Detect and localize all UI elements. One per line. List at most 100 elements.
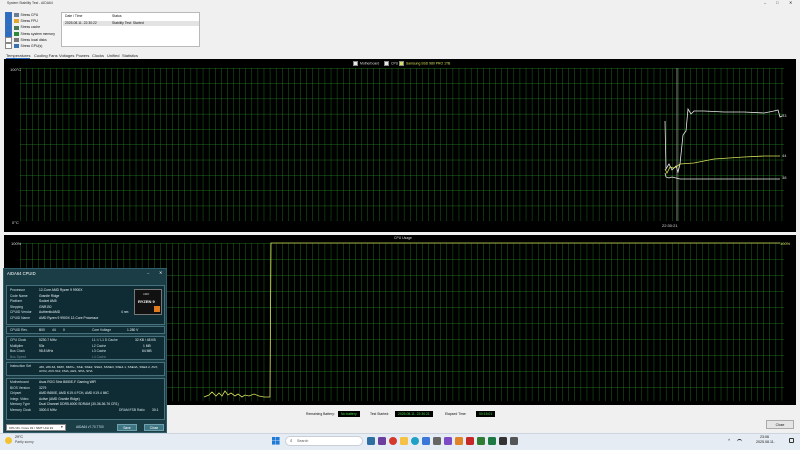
settings-app-icon[interactable] xyxy=(433,437,441,445)
photos-app-icon[interactable] xyxy=(444,437,452,445)
bus-clock-value: 98.8 MHz xyxy=(39,349,54,353)
log-header-datetime[interactable]: Date / Time xyxy=(65,14,82,18)
maximize-button[interactable]: □ xyxy=(776,1,778,5)
cpu-temp-value: 93 xyxy=(782,113,787,118)
tab-voltages[interactable]: Voltages xyxy=(59,53,74,58)
motherboard-value: Asus ROG Strix B650E-F Gaming WiFi xyxy=(39,380,97,384)
cpu-temperature-line xyxy=(664,107,783,174)
store-icon[interactable] xyxy=(422,437,430,445)
edge-icon[interactable] xyxy=(411,437,419,445)
codename-value: Granite Ridge xyxy=(39,293,60,298)
clock-date[interactable]: 2025.08.11. xyxy=(756,440,775,445)
l1-cache-value: 32 KB / 48 KB xyxy=(135,338,156,342)
excel-icon[interactable] xyxy=(488,437,496,445)
cache-icon xyxy=(13,25,19,30)
tab-unified[interactable]: Unified xyxy=(107,53,119,58)
chrome-icon[interactable] xyxy=(389,437,397,445)
process-node-value: 4 nm xyxy=(121,310,129,314)
battery-value: No battery xyxy=(338,411,360,418)
gallery-icon[interactable] xyxy=(367,437,375,445)
system-info-section: Motherboard Asus ROG Strix B650E-F Gamin… xyxy=(6,378,165,420)
bus-clock-label: Bus Clock xyxy=(10,349,25,353)
cpuid-minimize-button[interactable]: – xyxy=(147,271,149,275)
media-app-icon[interactable] xyxy=(455,437,463,445)
windows-start-icon[interactable] xyxy=(272,437,280,445)
chipset-value: AMD B650E, AMD K19.4 FCH, AMD K19.4 IMC xyxy=(39,391,109,395)
rev-value-3: 0 xyxy=(63,328,65,332)
calculator-icon[interactable] xyxy=(510,437,518,445)
status-log-table[interactable]: Date / Time Status 2025.08.11. 22:30:22 … xyxy=(61,12,200,47)
log-status: Stability Test: Started xyxy=(112,20,144,25)
stress-memory-option[interactable]: Stress system memory xyxy=(5,30,59,38)
task-view-icon[interactable] xyxy=(378,437,386,445)
terminal-icon[interactable] xyxy=(499,437,507,445)
fpu-icon xyxy=(13,19,19,24)
bios-value: 3279 xyxy=(39,385,47,390)
cpuid-close-button[interactable]: ✕ xyxy=(159,271,162,275)
clock-cache-section: CPU Clock 5230.7 MHz Multiplier 53x Bus … xyxy=(6,336,165,360)
network-icon[interactable] xyxy=(737,439,742,443)
log-header-status[interactable]: Status xyxy=(112,14,122,18)
weather-icon[interactable] xyxy=(5,437,12,444)
tab-statistics[interactable]: Statistics xyxy=(122,53,138,58)
l2-cache-value: 1 MB xyxy=(143,343,151,348)
rev-label: CPUID Rev. xyxy=(10,328,28,332)
core-voltage-value: 1.280 V xyxy=(127,328,139,332)
cpu-info-section: Processor 12-Core AMD Ryzen 9 9900X Code… xyxy=(6,285,165,325)
instruction-set-label: Instruction Set xyxy=(10,364,32,368)
memory-type-label: Memory Type xyxy=(10,402,30,406)
processor-value: 12-Core AMD Ryzen 9 9900X xyxy=(39,288,83,292)
battery-label: Remaining Battery: xyxy=(306,412,335,416)
file-explorer-icon[interactable] xyxy=(400,437,408,445)
checkbox-unchecked-icon[interactable] xyxy=(5,42,12,50)
search-placeholder: Search xyxy=(297,439,309,443)
cpuid-save-button[interactable]: Save xyxy=(117,424,137,431)
elapsed-time-label: Elapsed Time: xyxy=(445,412,467,416)
core-select-dropdown[interactable]: CPU #1 / Core #1 / SMT Unit #1 ▾ xyxy=(6,424,66,431)
tab-powers[interactable]: Powers xyxy=(76,53,89,58)
l3-cache-value: 64 MB xyxy=(142,349,152,353)
search-icon: ⌕ xyxy=(290,438,293,443)
minimize-button[interactable]: – xyxy=(764,1,766,5)
bios-label: BIOS Version xyxy=(10,385,30,390)
cpuid-window[interactable]: AIDA64 CPUID – ✕ Processor 12-Core AMD R… xyxy=(3,268,167,433)
chevron-down-icon: ▾ xyxy=(61,425,63,429)
aida64-icon[interactable] xyxy=(466,437,474,445)
cpuid-close-text-button[interactable]: Close xyxy=(144,424,164,431)
temperature-lines xyxy=(664,68,783,221)
stress-options: Stress CPU Stress FPU Stress cache Stres… xyxy=(5,12,59,50)
aida64-cpuid-icon[interactable] xyxy=(477,437,485,445)
l4-cache-label: L4 Cache xyxy=(92,354,107,359)
notification-icon[interactable] xyxy=(789,438,794,443)
tray-chevron-icon[interactable]: ˄ xyxy=(728,438,730,442)
l2-cache-label: L2 Cache xyxy=(92,343,107,348)
stepping-label: Stepping xyxy=(10,304,24,309)
cpu-clock-value: 5230.7 MHz xyxy=(39,338,57,342)
multiplier-label: Multiplier xyxy=(10,343,24,348)
weather-desc[interactable]: Partly sunny xyxy=(15,440,34,444)
main-close-button[interactable]: Close xyxy=(766,420,794,429)
taskbar-search[interactable]: ⌕ Search xyxy=(285,436,363,446)
instruction-set-value: x86, x86-64, MMX, MMX+, SSE, SSE2, SSE3,… xyxy=(39,365,159,374)
tab-cooling-fans[interactable]: Cooling Fans xyxy=(34,53,58,58)
codename-label: Code Name xyxy=(10,293,28,298)
memory-clock-value: 3000.0 MHz xyxy=(39,407,57,412)
multiplier-value: 53x xyxy=(39,343,45,348)
l3-cache-label: L3 Cache xyxy=(92,349,107,353)
ssd-temp-value: 44 xyxy=(782,153,787,158)
tab-clocks[interactable]: Clocks xyxy=(92,53,104,58)
disk-icon xyxy=(13,38,19,42)
integrated-video-label: Integr. Video xyxy=(10,396,29,401)
core-voltage-label: Core Voltage xyxy=(92,328,112,332)
vendor-label: CPUID Vendor xyxy=(10,310,32,314)
stress-gpu-option[interactable]: Stress GPU(s) xyxy=(5,42,59,50)
cpuid-title: AIDA64 CPUID xyxy=(7,271,36,276)
chipset-label: Chipset xyxy=(10,391,22,395)
motherboard-label: Motherboard xyxy=(10,380,29,384)
table-row[interactable]: 2025.08.11. 22:30:22 Stability Test: Sta… xyxy=(63,20,199,26)
window-close-button[interactable]: ✕ xyxy=(789,1,792,5)
memory-icon xyxy=(13,31,19,36)
processor-label: Processor xyxy=(10,288,25,292)
elapsed-time-value: 00:15:01 xyxy=(476,411,496,418)
test-started-value: 2025.08.11. 22:30:21 xyxy=(395,411,433,418)
